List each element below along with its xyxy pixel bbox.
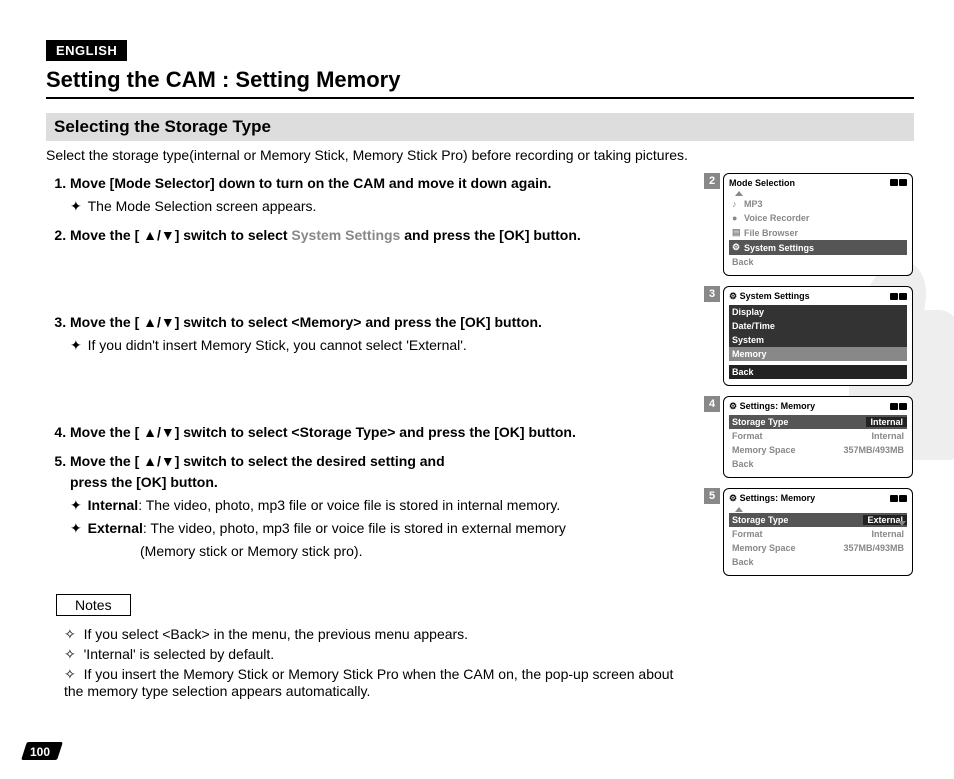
step-5-external-2: (Memory stick or Memory stick pro). [140,541,690,562]
settings-icon: ⚙ [729,493,740,503]
scroll-up-icon [735,507,743,512]
menu-item: ●Voice Recorder [729,211,907,225]
step-5-external: External: The video, photo, mp3 file or … [70,518,690,539]
row-back: Back [729,457,907,471]
status-icons [889,494,907,504]
menu-item-back: Back [729,255,907,269]
settings-icon: ⚙ [729,291,740,301]
screen-number: 2 [704,173,720,189]
music-icon: ♪ [732,199,740,209]
step-1-sub: The Mode Selection screen appears. [70,196,690,217]
page-number: 100 [30,745,50,759]
scroll-down-icon [898,521,906,526]
menu-item-selected: ⚙System Settings [729,240,907,255]
screen-number: 3 [704,286,720,302]
step-1: Move [Mode Selector] down to turn on the… [70,173,690,217]
screen-5-wrap: 5 ⚙ Settings: Memory Storage TypeExterna… [704,488,914,576]
menu-item-selected: Memory [729,347,907,361]
step-5: Move the [ ▲/▼] switch to select the des… [70,451,690,562]
step-4: Move the [ ▲/▼] switch to select <Storag… [70,422,690,443]
scroll-up-icon [735,191,743,196]
screen-mode-selection: Mode Selection ♪MP3 ●Voice Recorder ▤Fil… [723,173,913,276]
menu-item: Display [729,305,907,319]
row: FormatInternal [729,527,907,541]
status-icons [889,178,907,188]
row: Memory Space357MB/493MB [729,443,907,457]
page-title: Setting the CAM : Setting Memory [46,67,914,99]
note-item: If you select <Back> in the menu, the pr… [64,626,690,643]
note-item: 'Internal' is selected by default. [64,646,690,663]
step-5-internal: Internal: The video, photo, mp3 file or … [70,495,690,516]
step-2: Move the [ ▲/▼] switch to select System … [70,225,690,304]
settings-icon: ⚙ [729,401,740,411]
screen-3-wrap: 3 ⚙ System Settings Display Date/Time Sy… [704,286,914,386]
screen-2-wrap: 2 Mode Selection ♪MP3 ●Voice Recorder ▤F… [704,173,914,276]
status-icons [889,292,907,302]
screens-column: 2 Mode Selection ♪MP3 ●Voice Recorder ▤F… [704,173,914,702]
language-badge: ENGLISH [46,40,127,61]
menu-item: ▤File Browser [729,225,907,240]
notes-list: If you select <Back> in the menu, the pr… [46,626,690,699]
row-selected: Storage TypeInternal [729,415,907,429]
status-icons [889,402,907,412]
section-title: Selecting the Storage Type [46,113,914,141]
screen-number: 4 [704,396,720,412]
mic-icon: ● [732,213,740,223]
steps-column: Move [Mode Selector] down to turn on the… [46,173,690,702]
notes-heading: Notes [56,594,131,616]
row-selected: Storage TypeExternal [729,513,907,527]
menu-item: System [729,333,907,347]
row-back: Back [729,555,907,569]
screen-settings-memory-2: ⚙ Settings: Memory Storage TypeExternal … [723,488,913,576]
row: FormatInternal [729,429,907,443]
screen-system-settings: ⚙ System Settings Display Date/Time Syst… [723,286,913,386]
menu-item: ♪MP3 [729,197,907,211]
menu-item-back: Back [729,365,907,379]
screen-number: 5 [704,488,720,504]
intro-text: Select the storage type(internal or Memo… [46,147,914,163]
note-item: If you insert the Memory Stick or Memory… [64,666,690,699]
folder-icon: ▤ [732,227,740,238]
step-3: Move the [ ▲/▼] switch to select <Memory… [70,312,690,414]
row: Memory Space357MB/493MB [729,541,907,555]
settings-icon: ⚙ [732,242,740,253]
menu-item: Date/Time [729,319,907,333]
screen-settings-memory: ⚙ Settings: Memory Storage TypeInternal … [723,396,913,478]
screen-4-wrap: 4 ⚙ Settings: Memory Storage TypeInterna… [704,396,914,478]
step-3-sub: If you didn't insert Memory Stick, you c… [70,335,690,356]
